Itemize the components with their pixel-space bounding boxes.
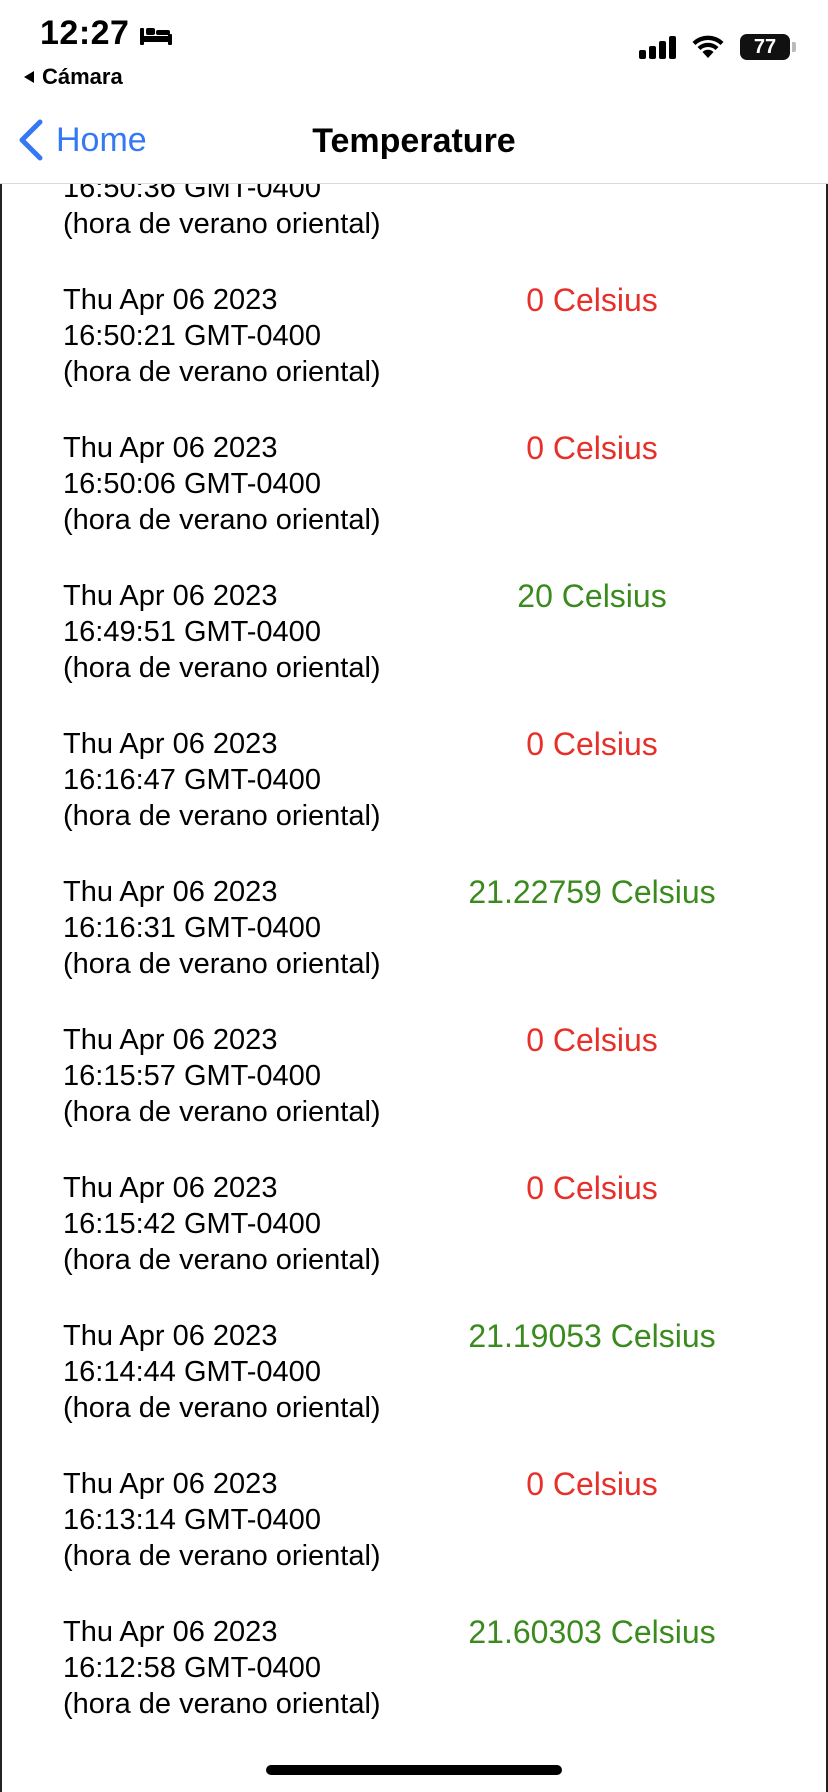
reading-time: 16:50:21 GMT-0400: [63, 320, 321, 352]
reading-temperature: 21.22759 Celsius: [468, 874, 716, 910]
reading-time: 16:12:58 GMT-0400: [63, 1652, 321, 1684]
reading-zone: (hora de verano oriental): [63, 1540, 381, 1572]
reading-day: Thu Apr 06 2023: [63, 432, 278, 464]
reading-day: Thu Apr 06 2023: [63, 1616, 278, 1648]
reading-temperature: 0 Celsius: [526, 1170, 658, 1206]
reading-time: 16:13:14 GMT-0400: [63, 1504, 321, 1536]
reading-zone: (hora de verano oriental): [63, 800, 381, 832]
return-to-app-link[interactable]: Cámara: [24, 64, 123, 90]
reading-day: Thu Apr 06 2023: [63, 580, 278, 612]
status-time: 12:27: [40, 14, 130, 52]
list-item: Thu Apr 06 2023 16:49:51 GMT-0400 (hora de…: [2, 578, 826, 726]
sleep-focus-icon: [140, 27, 173, 45]
reading-zone: (hora de verano oriental): [63, 1244, 381, 1276]
reading-zone: (hora de verano oriental): [63, 652, 381, 684]
reading-zone: (hora de verano oriental): [63, 504, 381, 536]
status-time-group: 12:27: [40, 14, 173, 53]
reading-time: 16:50:36 GMT-0400: [63, 184, 321, 204]
reading-zone: (hora de verano oriental): [63, 1096, 381, 1128]
reading-timestamp: Thu Apr 06 2023 16:14:44 GMT-0400 (hora de…: [63, 1318, 423, 1426]
navigation-bar: Home Temperature: [0, 100, 828, 184]
list-item: Thu Apr 06 2023 16:15:42 GMT-0400 (hora de…: [2, 1170, 826, 1318]
reading-time: 16:16:31 GMT-0400: [63, 912, 321, 944]
reading-timestamp: Thu Apr 06 2023 16:16:31 GMT-0400 (hora de…: [63, 874, 423, 982]
reading-timestamp: Thu Apr 06 2023 16:50:06 GMT-0400 (hora de…: [63, 430, 423, 538]
reading-day: Thu Apr 06 2023: [63, 1468, 278, 1500]
reading-timestamp: Thu Apr 06 2023 16:50:21 GMT-0400 (hora de…: [63, 282, 423, 390]
reading-time: 16:15:42 GMT-0400: [63, 1208, 321, 1240]
reading-day: Thu Apr 06 2023: [63, 728, 278, 760]
reading-time: 16:16:47 GMT-0400: [63, 764, 321, 796]
list-item: Thu Apr 06 2023 16:16:47 GMT-0400 (hora de…: [2, 726, 826, 874]
reading-zone: (hora de verano oriental): [63, 1392, 381, 1424]
reading-temperature: 0 Celsius: [526, 726, 658, 762]
reading-temperature: 21.60303 Celsius: [468, 1614, 716, 1650]
battery-icon: 77: [740, 34, 796, 60]
reading-timestamp: Thu Apr 06 2023 16:13:14 GMT-0400 (hora de…: [63, 1466, 423, 1574]
reading-timestamp: Thu Apr 06 2023 16:15:57 GMT-0400 (hora de…: [63, 1022, 423, 1130]
reading-time: 16:49:51 GMT-0400: [63, 616, 321, 648]
reading-zone: (hora de verano oriental): [63, 948, 381, 980]
cellular-signal-icon: [639, 35, 676, 59]
back-triangle-icon: [24, 71, 34, 83]
home-indicator[interactable]: [266, 1765, 562, 1775]
reading-zone: (hora de verano oriental): [63, 356, 381, 388]
list-item: Thu Apr 06 202316:50:36 GMT-0400(hora de…: [2, 184, 826, 282]
readings-list-container[interactable]: Thu Apr 06 2023 16:50:36 GMT-0400 (hora de…: [0, 184, 828, 1792]
reading-timestamp: Thu Apr 06 2023 16:16:47 GMT-0400 (hora de…: [63, 726, 423, 834]
battery-level: 77: [740, 34, 790, 60]
reading-temperature: 0 Celsius: [526, 1466, 658, 1502]
reading-time: 16:14:44 GMT-0400: [63, 1356, 321, 1388]
list-item: Thu Apr 06 2023 16:16:31 GMT-0400 (hora de…: [2, 874, 826, 1022]
readings-list: Thu Apr 06 2023 16:50:36 GMT-0400 (hora de…: [2, 184, 826, 1762]
status-bar: 12:27 Cámara 77: [0, 0, 828, 100]
list-item: Thu Apr 06 2023 16:50:06 GMT-0400 (hora de…: [2, 430, 826, 578]
reading-day: Thu Apr 06 2023: [63, 876, 278, 908]
reading-timestamp: Thu Apr 06 2023 16:12:58 GMT-0400 (hora de…: [63, 1614, 423, 1722]
reading-temperature: 20 Celsius: [517, 578, 667, 614]
list-item: Thu Apr 06 2023 16:13:14 GMT-0400 (hora de…: [2, 1466, 826, 1614]
reading-timestamp: Thu Apr 06 2023 16:49:51 GMT-0400 (hora de…: [63, 578, 423, 686]
wifi-icon: [692, 35, 724, 58]
reading-day: Thu Apr 06 2023: [63, 284, 278, 316]
list-item: Thu Apr 06 2023 16:12:58 GMT-0400 (hora de…: [2, 1614, 826, 1762]
reading-timestamp: Thu Apr 06 2023 16:15:42 GMT-0400 (hora de…: [63, 1170, 423, 1278]
reading-temperature: 0 Celsius: [526, 430, 658, 466]
reading-day: Thu Apr 06 2023: [63, 1320, 278, 1352]
reading-temperature: 0 Celsius: [526, 1022, 658, 1058]
list-item: Thu Apr 06 2023 16:50:21 GMT-0400 (hora de…: [2, 282, 826, 430]
reading-time: 16:50:06 GMT-0400: [63, 468, 321, 500]
reading-zone: (hora de verano oriental): [63, 1688, 381, 1720]
page-title: Temperature: [312, 122, 516, 160]
list-item: Thu Apr 06 2023 16:14:44 GMT-0400 (hora de…: [2, 1318, 826, 1466]
reading-zone: (hora de verano oriental): [63, 208, 381, 240]
reading-day: Thu Apr 06 2023: [63, 1024, 278, 1056]
status-indicators: 77: [639, 34, 796, 60]
reading-time: 16:15:57 GMT-0400: [63, 1060, 321, 1092]
list-item: Thu Apr 06 2023 16:15:57 GMT-0400 (hora de…: [2, 1022, 826, 1170]
return-app-label: Cámara: [42, 64, 123, 89]
reading-day: Thu Apr 06 2023: [63, 1172, 278, 1204]
reading-temperature: 0 Celsius: [526, 282, 658, 318]
reading-temperature: 21.19053 Celsius: [468, 1318, 716, 1354]
reading-timestamp: Thu Apr 06 202316:50:36 GMT-0400(hora de…: [63, 184, 423, 242]
